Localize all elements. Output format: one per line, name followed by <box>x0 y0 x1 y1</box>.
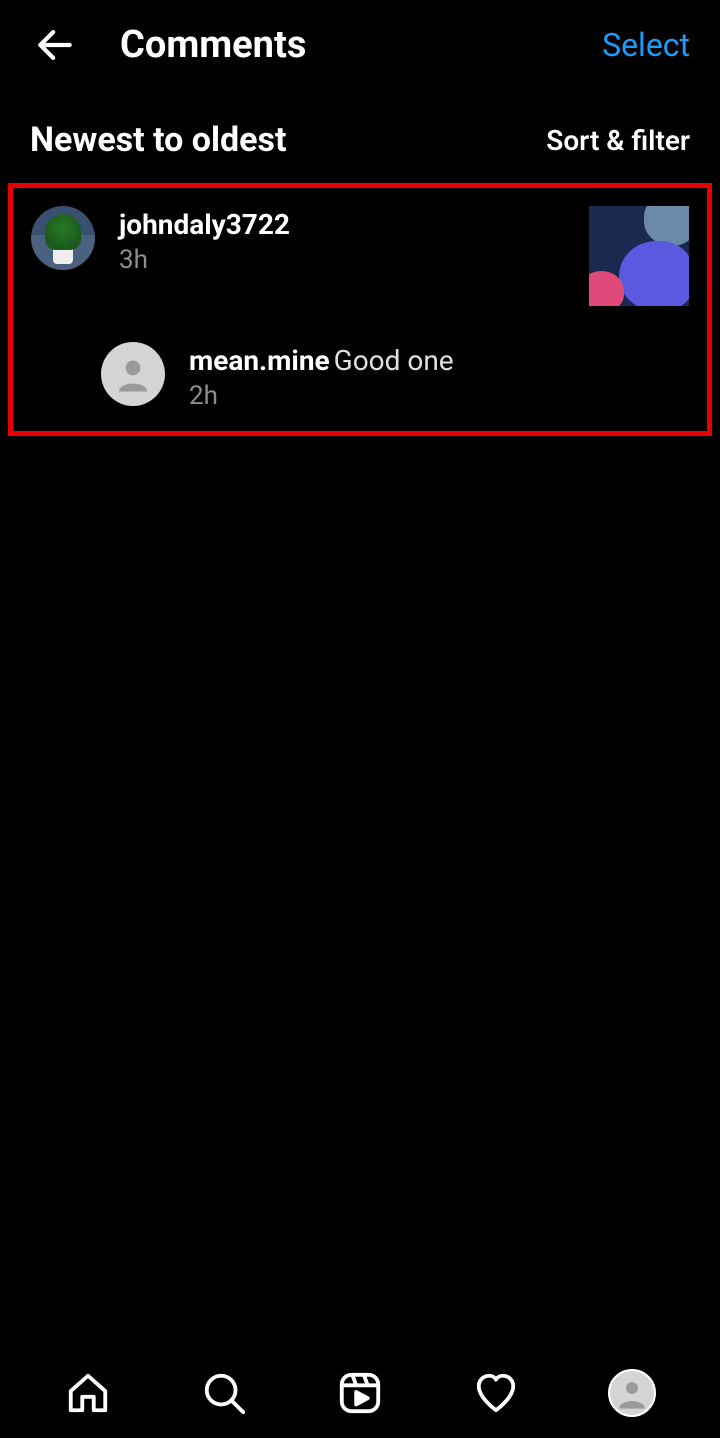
reply-body: mean.mine Good one 2h <box>165 342 689 411</box>
profile-icon[interactable] <box>604 1365 660 1421</box>
header-bar: Comments Select <box>0 0 720 90</box>
comment-body: johndaly3722 3h <box>95 206 589 275</box>
back-arrow-icon[interactable] <box>30 20 80 70</box>
search-icon[interactable] <box>196 1365 252 1421</box>
comment-item[interactable]: johndaly3722 3h <box>31 206 689 306</box>
comment-timestamp: 3h <box>119 245 589 275</box>
post-thumbnail[interactable] <box>589 206 689 306</box>
sort-filter-button[interactable]: Sort & filter <box>546 124 690 157</box>
home-icon[interactable] <box>60 1365 116 1421</box>
reply-username[interactable]: mean.mine <box>189 344 330 377</box>
bottom-nav <box>0 1348 720 1438</box>
avatar[interactable] <box>31 206 95 270</box>
select-button[interactable]: Select <box>602 26 690 64</box>
sort-order-label: Newest to oldest <box>30 120 286 160</box>
reply-timestamp: 2h <box>189 381 689 411</box>
reply-text: Good one <box>334 344 454 377</box>
highlight-annotation: johndaly3722 3h mean.mine Good one 2h <box>8 183 712 436</box>
reply-item[interactable]: mean.mine Good one 2h <box>101 342 689 411</box>
heart-icon[interactable] <box>468 1365 524 1421</box>
comment-username[interactable]: johndaly3722 <box>119 208 290 241</box>
page-title: Comments <box>120 23 602 67</box>
avatar[interactable] <box>101 342 165 406</box>
reels-icon[interactable] <box>332 1365 388 1421</box>
subheader-bar: Newest to oldest Sort & filter <box>0 90 720 175</box>
